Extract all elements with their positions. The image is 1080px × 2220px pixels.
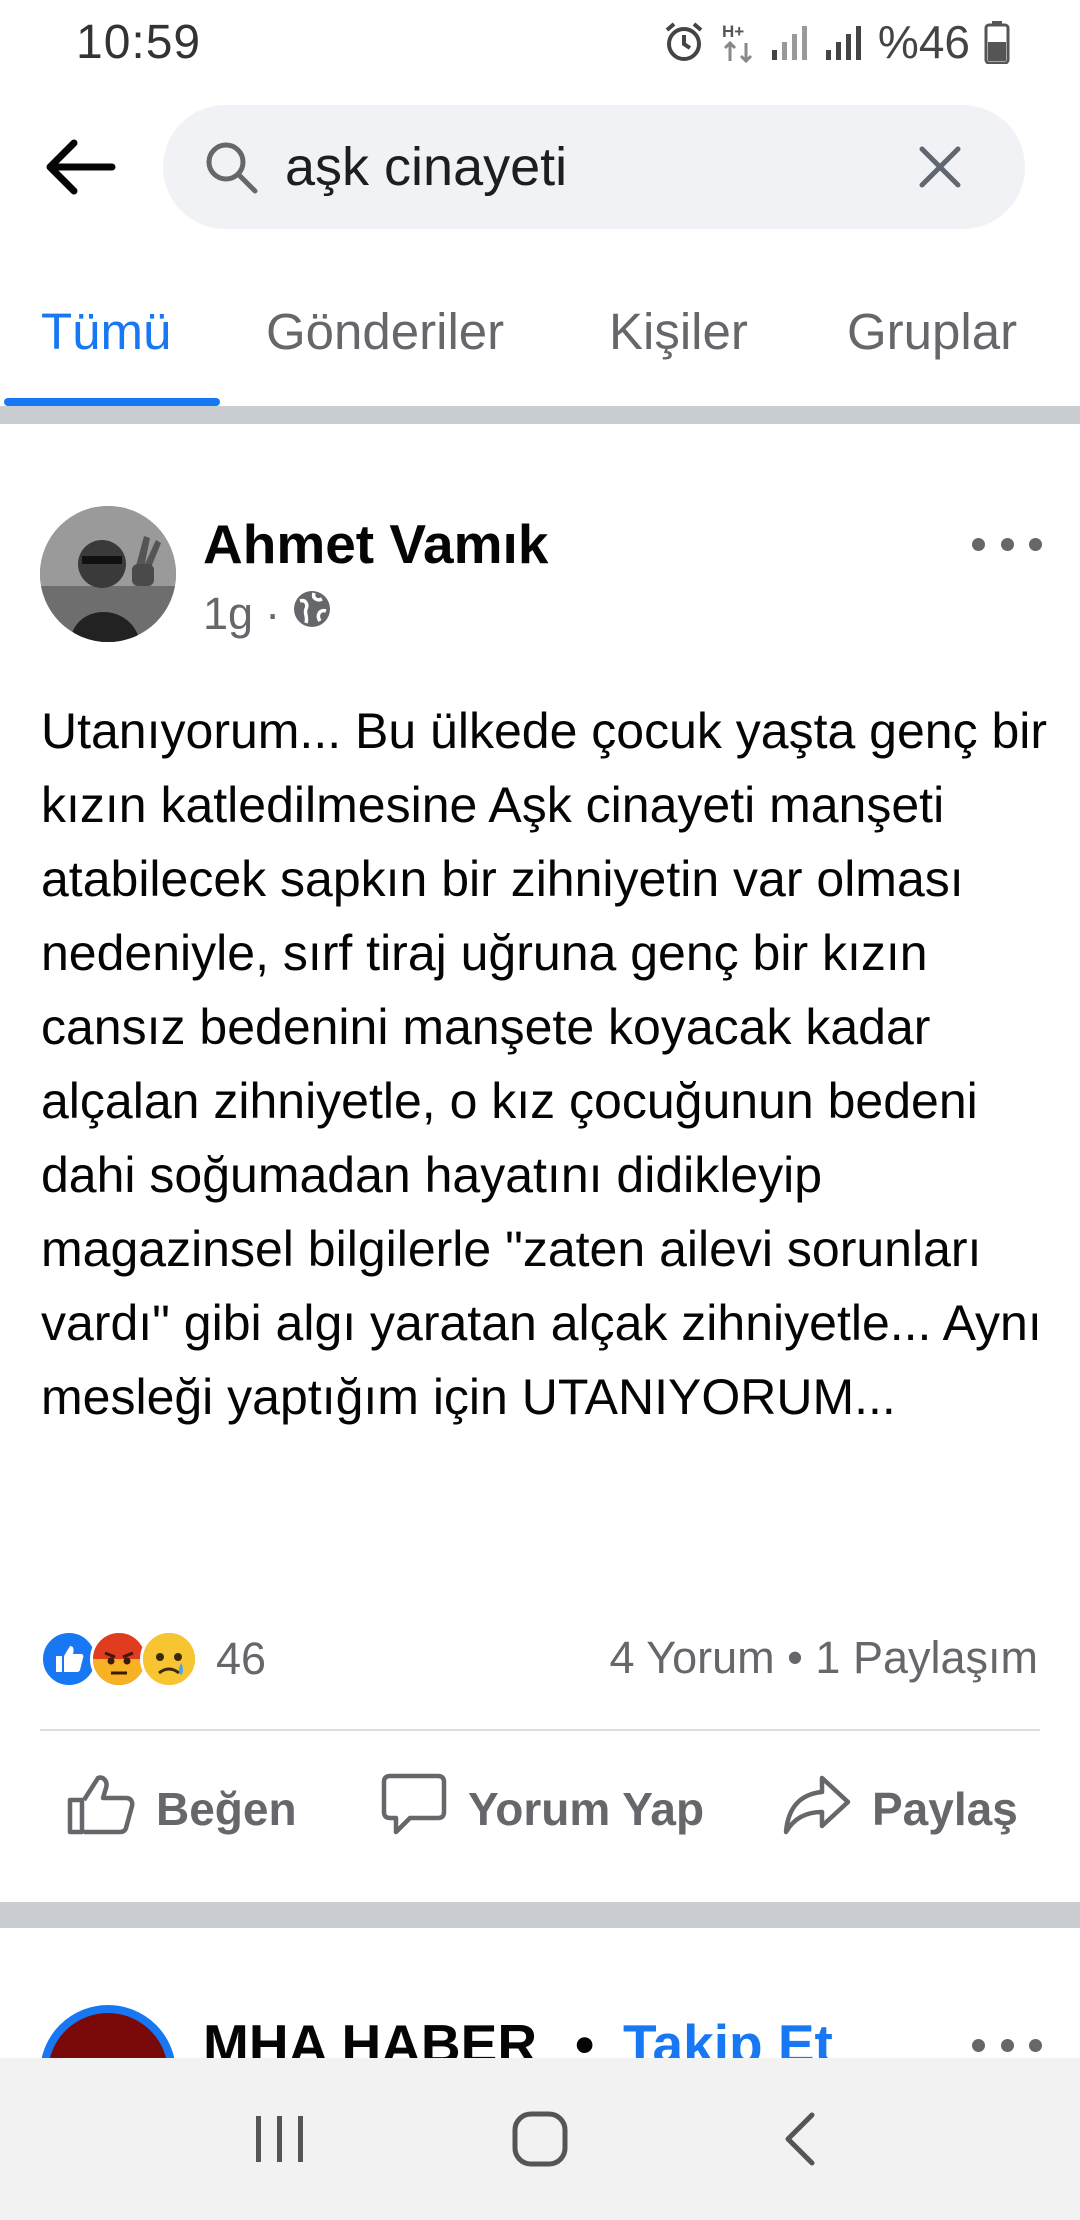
home-icon[interactable] [495, 2094, 585, 2184]
post-text: Utanıyorum... Bu ülkede çocuk yaşta genç… [41, 703, 1048, 1425]
post-meta: 1g · [203, 588, 332, 640]
meta-separator: · [265, 588, 281, 639]
back-arrow-icon[interactable] [40, 127, 120, 207]
alarm-icon [662, 20, 706, 64]
signal-icon [770, 22, 810, 62]
search-query[interactable]: aşk cinayeti [285, 136, 905, 198]
battery-percent: %46 [877, 16, 970, 68]
globe-icon [292, 588, 332, 640]
signal-icon [824, 22, 864, 62]
section-divider [0, 1902, 1080, 1928]
section-divider [0, 406, 1080, 424]
divider [40, 1729, 1040, 1731]
search-tabs: Tümü Gönderiler Kişiler Gruplar [0, 290, 1080, 406]
status-icons: H+ %46 [662, 15, 1010, 69]
sad-reaction-icon [140, 1630, 198, 1688]
share-label: Paylaş [872, 1783, 1018, 1835]
engagement-summary[interactable]: 4 Yorum • 1 Paylaşım [610, 1632, 1038, 1684]
post-actions: Beğen Yorum Yap Paylaş [0, 1754, 1080, 1864]
system-nav-bar [0, 2058, 1080, 2220]
battery-icon [984, 20, 1010, 64]
tab-people[interactable]: Kişiler [609, 290, 748, 406]
status-bar: 10:59 H+ %46 [0, 0, 1080, 84]
recents-icon[interactable] [235, 2094, 325, 2184]
status-time: 10:59 [76, 15, 202, 69]
data-hplus-icon: H+ [720, 19, 756, 65]
like-button[interactable]: Beğen [66, 1754, 297, 1864]
comment-label: Yorum Yap [468, 1783, 705, 1835]
search-input[interactable]: aşk cinayeti [163, 105, 1025, 229]
thumbs-up-icon [66, 1772, 136, 1847]
more-options-icon[interactable] [972, 524, 1042, 564]
tab-posts[interactable]: Gönderiler [266, 290, 504, 406]
like-label: Beğen [156, 1783, 297, 1835]
tab-groups[interactable]: Gruplar [847, 290, 1017, 406]
reactions-summary[interactable]: 46 [40, 1627, 266, 1691]
more-options-icon[interactable] [972, 2030, 1042, 2060]
nav-back-icon[interactable] [755, 2094, 845, 2184]
avatar[interactable] [40, 506, 176, 642]
search-icon [203, 137, 263, 197]
post-time[interactable]: 1g [203, 588, 253, 640]
share-button[interactable]: Paylaş [782, 1754, 1018, 1864]
tab-all[interactable]: Tümü [41, 290, 171, 406]
active-tab-indicator [4, 398, 220, 406]
comment-bubble-icon [380, 1772, 448, 1847]
comment-button[interactable]: Yorum Yap [380, 1754, 704, 1864]
post-author[interactable]: Ahmet Vamık [203, 512, 548, 576]
reaction-count: 46 [216, 1633, 267, 1684]
close-icon[interactable] [905, 132, 975, 202]
search-header: aşk cinayeti [0, 105, 1080, 229]
svg-text:H+: H+ [722, 22, 744, 41]
share-arrow-icon [782, 1772, 852, 1847]
